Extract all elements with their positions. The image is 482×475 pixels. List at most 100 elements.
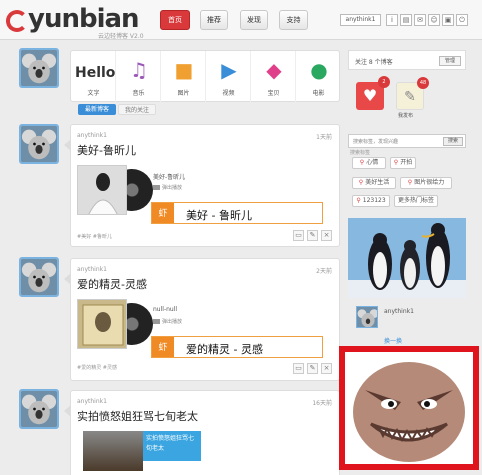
koala-avatar-icon (21, 50, 57, 86)
music-note-icon: ♫ (130, 58, 148, 82)
post-time: 1天前 (316, 134, 332, 141)
post-type-label: 音乐 (132, 90, 145, 97)
music-player[interactable]: 虾 爱的精灵 - 灵感 (151, 336, 323, 358)
site-logo[interactable]: yunbian 云边轻博客 V2.0 (6, 4, 146, 40)
search-label: 搜索标签 (350, 150, 371, 156)
top-header: yunbian 云边轻博客 V2.0 首页 推荐 发现 支持 anythink1… (0, 0, 482, 40)
tag-button[interactable]: ⚲ 心情 (352, 157, 386, 169)
tag-button[interactable]: ⚲ 123123 (352, 195, 390, 207)
album-cover (77, 165, 127, 215)
delete-icon[interactable]: × (321, 363, 332, 374)
logo-text: yunbian (28, 4, 140, 34)
post-username[interactable]: anythink1 (77, 266, 107, 273)
popup-play-link[interactable]: 弹出播放 (153, 318, 182, 325)
doc-badge: 48 (417, 77, 429, 89)
tag-icon: ⚲ (359, 159, 365, 166)
delete-icon[interactable]: × (321, 230, 332, 241)
nav-support[interactable]: 支持 (279, 10, 308, 30)
post-type-bar: Hello 文字 ♫ 音乐 ■ 图片 ▶ 视频 ◆ 宝贝 ● 电影 (70, 50, 341, 103)
tag-button[interactable]: ⚲ 美好生活 (352, 177, 396, 189)
post-type-label: 文字 (87, 90, 100, 97)
popup-play-link[interactable]: 弹出播放 (153, 184, 182, 191)
search-button[interactable]: 搜索 (443, 137, 463, 146)
document-icon[interactable]: 48 ✎ (396, 77, 429, 110)
xiami-logo-icon: 虾 (152, 337, 174, 357)
header-username[interactable]: anythink1 (340, 14, 381, 26)
post-type-image[interactable]: ■ 图片 (161, 51, 206, 103)
tag-button[interactable]: ⚲ 开拍 (390, 157, 416, 169)
avatar[interactable] (19, 124, 59, 164)
video-title-label[interactable]: 实拍愤怒姐狂骂七旬老太 (143, 431, 201, 461)
edit-icon[interactable]: ✎ (307, 363, 318, 374)
post-actions: ▭ ✎ × (285, 230, 333, 241)
music-player[interactable]: 虾 美好 - 鲁昕儿 (151, 202, 323, 224)
search-input[interactable]: 搜索标签，发现兴趣 (353, 138, 398, 145)
comment-icon[interactable]: ▭ (293, 363, 304, 374)
manage-button[interactable]: 管理 (439, 56, 461, 66)
popup-icon (153, 319, 160, 324)
post-card: anythink1 2天前 爱的精灵-灵感 null-null 弹出播放 虾 爱… (64, 258, 340, 381)
my-posts-label[interactable]: 我发布 (398, 112, 413, 119)
player-track: 爱的精灵 - 灵感 (186, 343, 263, 356)
post-actions: ▭ ✎ × (285, 363, 333, 374)
post-type-video[interactable]: ▶ 视频 (206, 51, 251, 103)
song-name: null-null (153, 306, 178, 313)
post-title[interactable]: 实拍愤怒姐狂骂七旬老太 (77, 408, 198, 424)
song-name: 美好-鲁昕儿 (153, 174, 186, 181)
edit-icon[interactable]: ✎ (307, 230, 318, 241)
player-track: 美好 - 鲁昕儿 (186, 209, 252, 222)
like-badge: 2 (378, 76, 390, 88)
post-type-movie[interactable]: ● 电影 (296, 51, 341, 103)
popup-label: 弹出播放 (162, 319, 183, 325)
tag-label: 心情 (366, 159, 379, 166)
follow-count[interactable]: 关注 8 个博客 (355, 57, 393, 66)
tag-button[interactable]: ⚲ 图片很给力 (400, 177, 452, 189)
post-username[interactable]: anythink1 (77, 398, 107, 405)
post-tags[interactable]: #美好 #鲁昕儿 (77, 233, 112, 240)
post-time: 2天前 (316, 268, 332, 275)
penguin-image[interactable] (348, 218, 466, 298)
video-thumbnail[interactable] (83, 431, 143, 471)
avatar[interactable] (19, 257, 59, 297)
music-cover (77, 299, 153, 349)
doc-icon[interactable]: ▤ (400, 14, 412, 26)
post-type-product[interactable]: ◆ 宝贝 (251, 51, 296, 103)
post-type-music[interactable]: ♫ 音乐 (116, 51, 161, 103)
more-tags-button[interactable]: 更多热门标签 (394, 195, 438, 207)
avatar[interactable] (19, 48, 59, 88)
koala-avatar-icon (21, 259, 57, 295)
tag-label: 美好生活 (365, 179, 390, 186)
koala-avatar-icon (21, 126, 57, 162)
mini-username[interactable]: anythink1 (384, 308, 414, 315)
post-arrow (64, 139, 71, 151)
logout-icon[interactable]: ⏻ (456, 14, 468, 26)
mini-avatar[interactable] (356, 306, 378, 328)
koala-avatar-icon (357, 307, 377, 327)
post-title[interactable]: 爱的精灵-灵感 (77, 276, 147, 292)
popup-label: 弹出播放 (162, 185, 183, 191)
settings-icon[interactable]: ▣ (442, 14, 454, 26)
tag-label: 图片很给力 (414, 179, 445, 186)
post-title[interactable]: 美好-鲁昕儿 (77, 142, 136, 158)
nav-discover[interactable]: 发现 (240, 10, 268, 30)
message-icon[interactable]: ✉ (414, 14, 426, 26)
angry-face-icon (345, 352, 473, 464)
film-camera-icon: ● (310, 58, 328, 82)
post-type-text[interactable]: Hello 文字 (71, 51, 116, 103)
nav-home[interactable]: 首页 (160, 10, 190, 30)
like-heart-icon[interactable]: 2 ♥ (356, 76, 390, 110)
angry-face-image[interactable] (339, 346, 479, 470)
refresh-link[interactable]: 换一换 (384, 336, 402, 345)
info-icon[interactable]: i (386, 14, 398, 26)
post-tags[interactable]: #爱的精灵 #灵感 (77, 364, 117, 371)
users-icon[interactable]: ☺ (428, 14, 440, 26)
avatar[interactable] (19, 389, 59, 429)
shopping-bag-icon: ◆ (266, 58, 282, 82)
nav-recommend[interactable]: 推荐 (200, 10, 228, 30)
tag-label: 123123 (362, 197, 386, 204)
tab-following[interactable]: 我的关注 (118, 104, 156, 115)
post-arrow (64, 405, 71, 417)
comment-icon[interactable]: ▭ (293, 230, 304, 241)
tab-latest[interactable]: 最新博客 (78, 104, 116, 115)
post-username[interactable]: anythink1 (77, 132, 107, 139)
